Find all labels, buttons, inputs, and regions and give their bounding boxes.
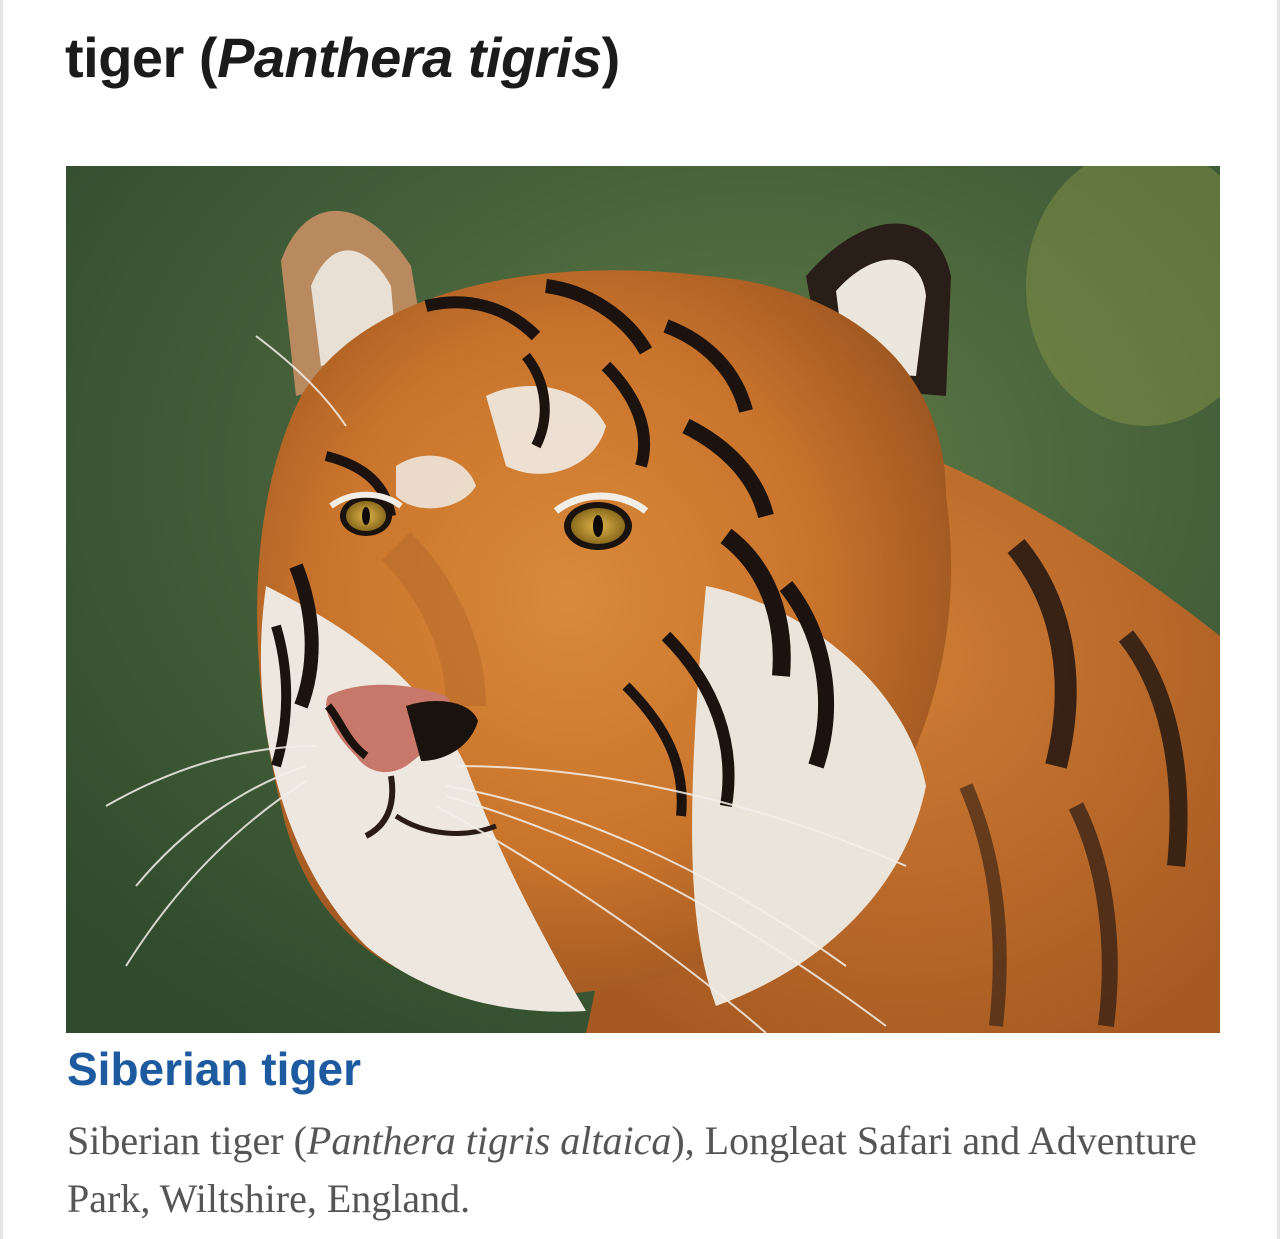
caption-text: Siberian tiger (Panthera tigris altaica)… (67, 1112, 1217, 1228)
page: tiger (Panthera tigris) Siberian tiger S… (0, 0, 1280, 1239)
page-title: tiger (Panthera tigris) (65, 18, 620, 98)
caption-scientific-name: Panthera tigris altaica (306, 1118, 672, 1163)
title-scientific-name: Panthera tigris (217, 26, 602, 89)
caption-common-name: Siberian tiger ( (67, 1118, 307, 1163)
title-closing-paren: ) (601, 26, 621, 89)
tiger-illustration (66, 166, 1220, 1033)
tiger-photo[interactable] (66, 166, 1220, 1033)
title-common-name: tiger ( (65, 26, 218, 89)
caption-title-link[interactable]: Siberian tiger (67, 1036, 361, 1102)
